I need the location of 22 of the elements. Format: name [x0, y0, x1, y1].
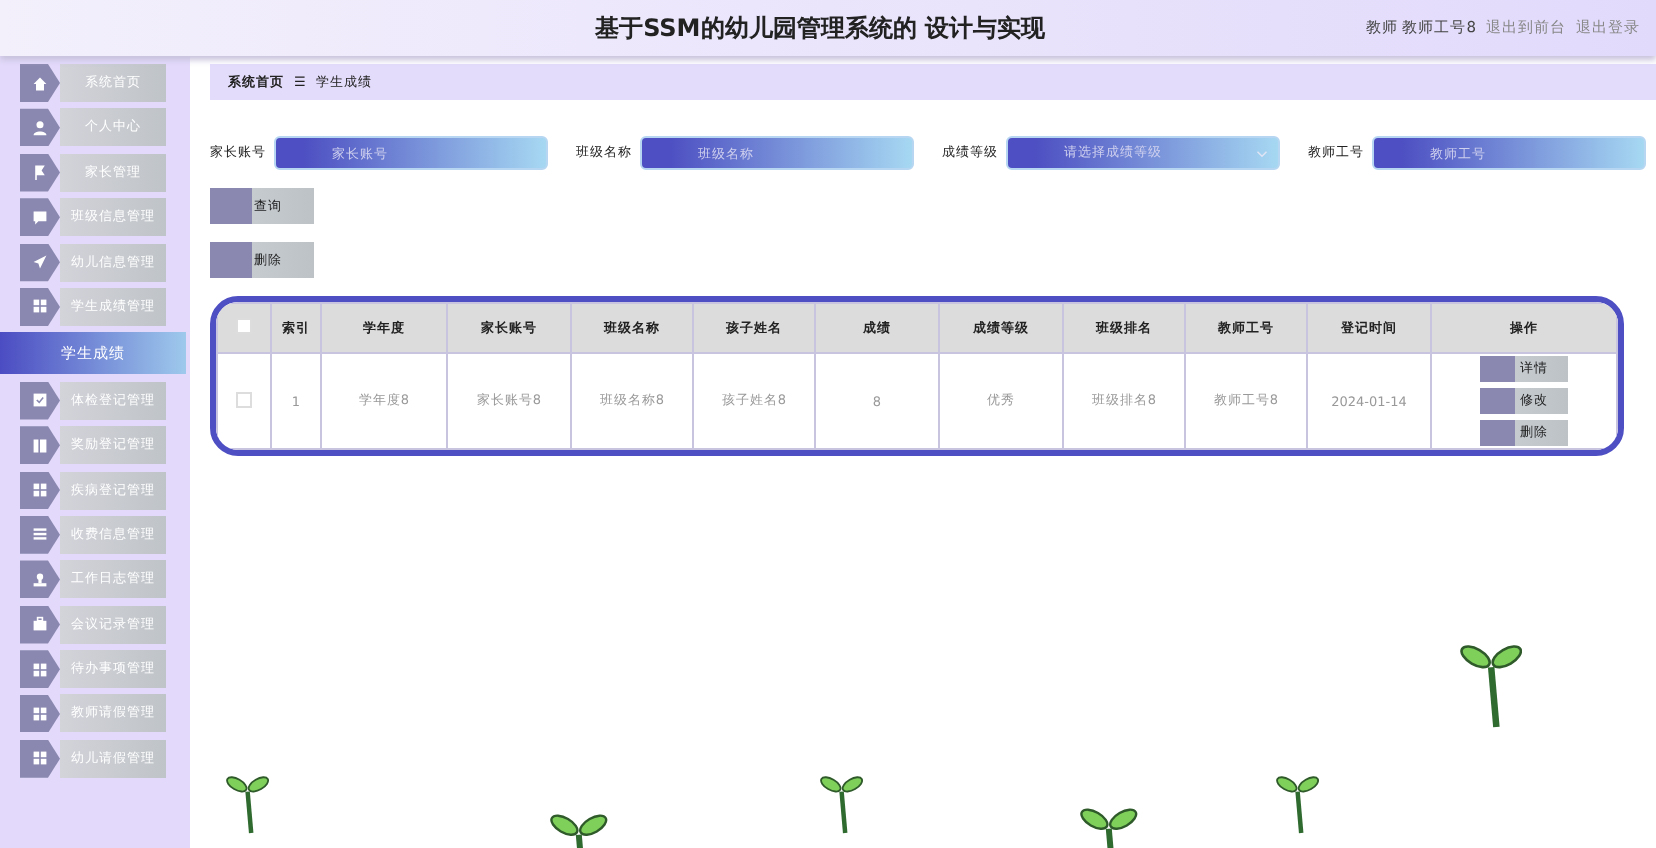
checkbox[interactable] — [236, 391, 252, 407]
grid-icon — [32, 482, 48, 499]
sprout-drawing — [226, 770, 270, 835]
user-icon — [32, 119, 48, 136]
dropdown-caret-icon — [1256, 149, 1268, 157]
grid-icon — [32, 661, 48, 678]
flag-icon — [32, 164, 48, 181]
send-icon — [32, 254, 48, 271]
chat-icon — [32, 209, 48, 226]
briefcase-icon — [32, 616, 48, 633]
book-icon — [32, 437, 48, 454]
grid-icon — [32, 298, 48, 315]
list-icon — [32, 526, 48, 543]
stamp-icon — [32, 571, 48, 588]
app-title: 基于SSM的幼儿园管理系统的 设计与实现 — [593, 11, 1047, 45]
grid-icon — [32, 705, 48, 722]
sprout-drawing — [1276, 770, 1320, 835]
sprout-drawing — [820, 770, 864, 835]
grid-icon — [32, 750, 48, 767]
checkbox[interactable] — [236, 318, 252, 334]
checklist-icon — [32, 392, 48, 409]
home-icon — [32, 75, 48, 91]
